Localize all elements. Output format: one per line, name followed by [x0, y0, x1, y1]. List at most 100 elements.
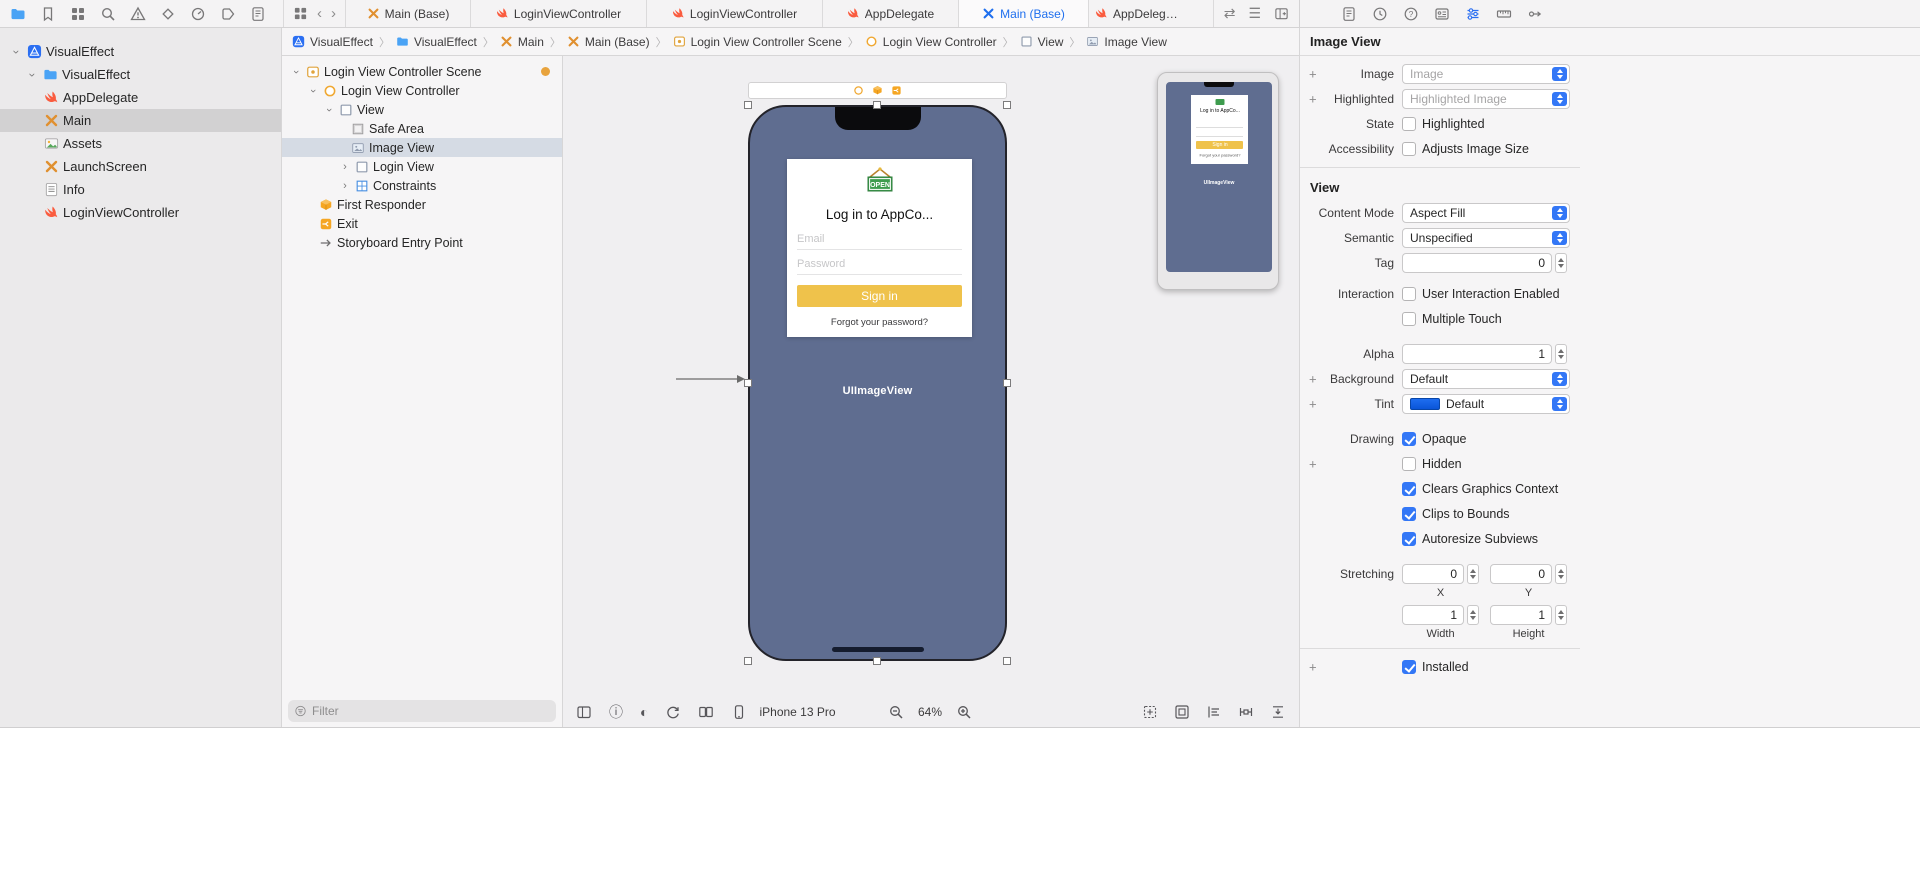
- project-navigator-icon[interactable]: [10, 6, 26, 22]
- search-icon[interactable]: [100, 6, 116, 22]
- update-frames-icon[interactable]: [1142, 704, 1158, 720]
- selection-handle[interactable]: [873, 657, 881, 665]
- add-variation-button[interactable]: +: [1309, 373, 1317, 386]
- opaque-checkbox[interactable]: [1402, 432, 1416, 446]
- outline-toggle-icon[interactable]: [576, 704, 592, 720]
- tests-icon[interactable]: [160, 6, 176, 22]
- disclosure-triangle[interactable]: ›: [307, 85, 319, 97]
- add-variation-button[interactable]: +: [1309, 398, 1317, 411]
- image-combo[interactable]: Image: [1402, 64, 1570, 84]
- stretching-y-field[interactable]: 0: [1490, 564, 1552, 584]
- tag-stepper[interactable]: [1555, 253, 1567, 273]
- add-editor-icon[interactable]: [1274, 6, 1289, 21]
- password-field[interactable]: Password: [797, 258, 845, 270]
- outline-item-image-view[interactable]: Image View: [282, 138, 562, 157]
- device-selector[interactable]: iPhone 13 Pro: [759, 705, 835, 719]
- outline-item-entry-point[interactable]: Storyboard Entry Point: [282, 233, 562, 252]
- highlighted-checkbox[interactable]: [1402, 117, 1416, 131]
- outline-item-exit[interactable]: Exit: [282, 214, 562, 233]
- content-mode-popup[interactable]: Aspect Fill: [1402, 203, 1570, 223]
- editor-tab[interactable]: LoginViewController: [470, 0, 646, 27]
- first-responder-icon[interactable]: [872, 85, 883, 96]
- orientation-icon[interactable]: [665, 704, 681, 720]
- selection-handle[interactable]: [1003, 379, 1011, 387]
- login-card[interactable]: OPEN Log in to AppCo... Email Password S…: [787, 159, 972, 337]
- forgot-password-link[interactable]: Forgot your password?: [787, 317, 972, 328]
- navigator-item-group[interactable]: › VisualEffect: [0, 63, 281, 86]
- alpha-stepper[interactable]: [1555, 344, 1567, 364]
- selection-handle[interactable]: [1003, 657, 1011, 665]
- jumpbar-item[interactable]: Login View Controller: [865, 35, 997, 49]
- filter-input[interactable]: [312, 704, 550, 718]
- outline-item-constraints[interactable]: › Constraints: [282, 176, 562, 195]
- scene-dock[interactable]: [748, 82, 1007, 99]
- stretching-y-stepper[interactable]: [1555, 564, 1567, 584]
- clears-graphics-context-checkbox[interactable]: [1402, 482, 1416, 496]
- user-interaction-checkbox[interactable]: [1402, 287, 1416, 301]
- semantic-popup[interactable]: Unspecified: [1402, 228, 1570, 248]
- navigator-item-appdelegate[interactable]: AppDelegate: [0, 86, 281, 109]
- stretching-height-field[interactable]: 1: [1490, 605, 1552, 625]
- outline-item-view[interactable]: › View: [282, 100, 562, 119]
- add-variation-button[interactable]: +: [1309, 93, 1317, 106]
- editor-swap-icon[interactable]: ⇄: [1224, 5, 1236, 22]
- debug-gauge-icon[interactable]: [190, 6, 206, 22]
- device-preview-thumbnail[interactable]: Log in to AppCo... Sign in Forgot your p…: [1157, 72, 1279, 290]
- outline-item-safe-area[interactable]: Safe Area: [282, 119, 562, 138]
- split-view-icon[interactable]: [698, 704, 714, 720]
- editor-tab[interactable]: AppDelegate: [1088, 0, 1188, 27]
- alpha-field[interactable]: 1: [1402, 344, 1552, 364]
- navigator-item-launchscreen[interactable]: LaunchScreen: [0, 155, 281, 178]
- navigator-item-project[interactable]: › VisualEffect: [0, 40, 281, 63]
- jumpbar-item[interactable]: VisualEffect: [396, 35, 477, 49]
- embed-icon[interactable]: [1174, 704, 1190, 720]
- multiple-touch-checkbox[interactable]: [1402, 312, 1416, 326]
- stretching-width-stepper[interactable]: [1467, 605, 1479, 625]
- adjust-editor-icon[interactable]: ⓘ: [609, 705, 623, 719]
- quick-help-icon[interactable]: [1403, 6, 1419, 22]
- combo-stepper-icon[interactable]: [1552, 67, 1567, 81]
- tab-overview-icon[interactable]: [293, 6, 308, 21]
- reports-icon[interactable]: [250, 6, 266, 22]
- hidden-checkbox[interactable]: [1402, 457, 1416, 471]
- appearance-icon[interactable]: ◐: [640, 705, 648, 719]
- combo-stepper-icon[interactable]: [1552, 92, 1567, 106]
- stretching-height-stepper[interactable]: [1555, 605, 1567, 625]
- image-view-placeholder-label[interactable]: UIImageView: [750, 385, 1005, 397]
- storyboard-canvas[interactable]: OPEN Log in to AppCo... Email Password S…: [563, 56, 1299, 727]
- jumpbar-item[interactable]: Main (Base): [567, 35, 650, 49]
- sign-in-button[interactable]: Sign in: [797, 285, 962, 307]
- popup-chevrons-icon[interactable]: [1552, 397, 1567, 411]
- zoom-out-icon[interactable]: [888, 704, 904, 720]
- background-popup[interactable]: Default: [1402, 369, 1570, 389]
- bookmarks-icon[interactable]: [40, 6, 56, 22]
- attributes-inspector-icon[interactable]: [1465, 6, 1481, 22]
- disclosure-triangle[interactable]: ›: [339, 161, 351, 173]
- device-icon[interactable]: [731, 704, 747, 720]
- outline-item-login-view[interactable]: › Login View: [282, 157, 562, 176]
- disclosure-triangle[interactable]: ›: [10, 45, 24, 58]
- editor-tab[interactable]: Main (Base): [345, 0, 470, 27]
- navigator-item-info[interactable]: Info: [0, 178, 281, 201]
- clips-to-bounds-checkbox[interactable]: [1402, 507, 1416, 521]
- popup-chevrons-icon[interactable]: [1552, 372, 1567, 386]
- forward-icon[interactable]: ›: [331, 6, 336, 21]
- navigator-item-assets[interactable]: Assets: [0, 132, 281, 155]
- add-variation-button[interactable]: +: [1309, 458, 1317, 471]
- selection-handle[interactable]: [744, 657, 752, 665]
- jumpbar-item[interactable]: Image View: [1086, 35, 1167, 49]
- outline-item-first-responder[interactable]: First Responder: [282, 195, 562, 214]
- popup-chevrons-icon[interactable]: [1552, 231, 1567, 245]
- jumpbar-item[interactable]: Login View Controller Scene: [673, 35, 842, 49]
- editor-options-icon[interactable]: ☰: [1248, 5, 1261, 22]
- add-variation-button[interactable]: +: [1309, 68, 1317, 81]
- disclosure-triangle[interactable]: ›: [323, 104, 335, 116]
- identity-inspector-icon[interactable]: [1434, 6, 1450, 22]
- login-title[interactable]: Log in to AppCo...: [787, 207, 972, 222]
- navigator-item-main[interactable]: Main: [0, 109, 281, 132]
- tint-popup[interactable]: Default: [1402, 394, 1570, 414]
- iphone-canvas-device[interactable]: OPEN Log in to AppCo... Email Password S…: [748, 105, 1007, 661]
- adjusts-image-size-checkbox[interactable]: [1402, 142, 1416, 156]
- selection-handle[interactable]: [1003, 101, 1011, 109]
- highlighted-image-combo[interactable]: Highlighted Image: [1402, 89, 1570, 109]
